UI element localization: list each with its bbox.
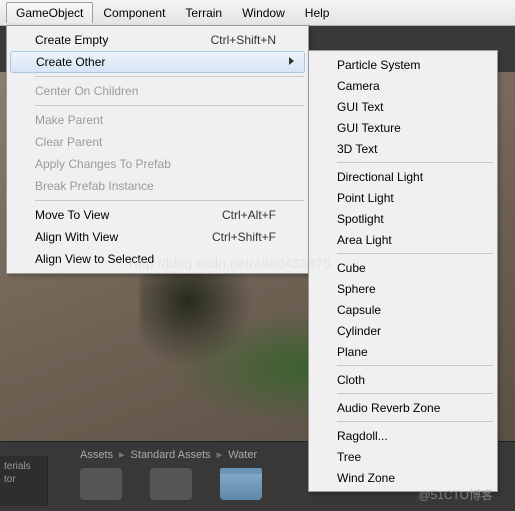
tab-text-2: tor bbox=[4, 474, 16, 485]
watermark-text: @51CTO博客 bbox=[418, 486, 493, 503]
submenu-capsule[interactable]: Capsule bbox=[311, 299, 495, 320]
panel-tab-stub[interactable]: terials tor bbox=[0, 456, 48, 506]
menu-separator bbox=[35, 76, 304, 77]
menu-separator bbox=[337, 162, 493, 163]
menu-label: Move To View bbox=[35, 208, 109, 222]
menu-label: Break Prefab Instance bbox=[35, 179, 154, 193]
breadcrumb-water[interactable]: Water bbox=[228, 449, 257, 461]
menu-separator bbox=[337, 421, 493, 422]
submenu-directional-light[interactable]: Directional Light bbox=[311, 166, 495, 187]
submenu-plane[interactable]: Plane bbox=[311, 341, 495, 362]
menu-align-with-view[interactable]: Align With View Ctrl+Shift+F bbox=[9, 226, 306, 248]
menu-apply-changes: Apply Changes To Prefab bbox=[9, 153, 306, 175]
menu-help[interactable]: Help bbox=[295, 2, 340, 24]
menu-label: Make Parent bbox=[35, 113, 103, 127]
watermark-text: http://blog.csdn.net/a980433875 bbox=[130, 256, 331, 271]
menu-move-to-view[interactable]: Move To View Ctrl+Alt+F bbox=[9, 204, 306, 226]
chevron-right-icon: ▸ bbox=[119, 448, 125, 461]
submenu-tree[interactable]: Tree bbox=[311, 446, 495, 467]
menu-label: Apply Changes To Prefab bbox=[35, 157, 171, 171]
submenu-audio-reverb-zone[interactable]: Audio Reverb Zone bbox=[311, 397, 495, 418]
menu-make-parent: Make Parent bbox=[9, 109, 306, 131]
folder-thumb[interactable] bbox=[220, 468, 262, 500]
menu-label: Create Other bbox=[36, 55, 105, 69]
menu-gameobject[interactable]: GameObject bbox=[6, 2, 93, 23]
submenu-camera[interactable]: Camera bbox=[311, 75, 495, 96]
submenu-particle-system[interactable]: Particle System bbox=[311, 54, 495, 75]
menu-component[interactable]: Component bbox=[93, 2, 175, 24]
menu-label: Center On Children bbox=[35, 84, 138, 98]
submenu-sphere[interactable]: Sphere bbox=[311, 278, 495, 299]
submenu-cloth[interactable]: Cloth bbox=[311, 369, 495, 390]
menu-break-prefab: Break Prefab Instance bbox=[9, 175, 306, 197]
tab-text-1: terials bbox=[4, 461, 31, 472]
submenu-wind-zone[interactable]: Wind Zone bbox=[311, 467, 495, 488]
menu-separator bbox=[337, 253, 493, 254]
menu-separator bbox=[35, 200, 304, 201]
menu-label: Clear Parent bbox=[35, 135, 102, 149]
submenu-point-light[interactable]: Point Light bbox=[311, 187, 495, 208]
menu-create-other[interactable]: Create Other bbox=[10, 51, 305, 73]
create-other-submenu: Particle System Camera GUI Text GUI Text… bbox=[308, 50, 498, 492]
menu-create-empty[interactable]: Create Empty Ctrl+Shift+N bbox=[9, 29, 306, 51]
submenu-cube[interactable]: Cube bbox=[311, 257, 495, 278]
menu-separator bbox=[337, 393, 493, 394]
menu-label: Create Empty bbox=[35, 33, 108, 47]
submenu-spotlight[interactable]: Spotlight bbox=[311, 208, 495, 229]
asset-thumb[interactable] bbox=[80, 468, 122, 500]
menu-separator bbox=[337, 365, 493, 366]
menu-clear-parent: Clear Parent bbox=[9, 131, 306, 153]
breadcrumb-assets[interactable]: Assets bbox=[80, 449, 113, 461]
submenu-cylinder[interactable]: Cylinder bbox=[311, 320, 495, 341]
submenu-gui-text[interactable]: GUI Text bbox=[311, 96, 495, 117]
chevron-right-icon bbox=[289, 57, 294, 65]
gameobject-dropdown: Create Empty Ctrl+Shift+N Create Other C… bbox=[6, 25, 309, 274]
menu-shortcut: Ctrl+Shift+F bbox=[212, 230, 276, 244]
submenu-ragdoll[interactable]: Ragdoll... bbox=[311, 425, 495, 446]
menu-shortcut: Ctrl+Alt+F bbox=[222, 208, 276, 222]
menu-center-on-children: Center On Children bbox=[9, 80, 306, 102]
submenu-3d-text[interactable]: 3D Text bbox=[311, 138, 495, 159]
submenu-gui-texture[interactable]: GUI Texture bbox=[311, 117, 495, 138]
submenu-area-light[interactable]: Area Light bbox=[311, 229, 495, 250]
breadcrumb: Assets ▸ Standard Assets ▸ Water bbox=[80, 448, 257, 461]
asset-thumbnails bbox=[80, 468, 262, 500]
menubar: GameObject Component Terrain Window Help bbox=[0, 0, 515, 26]
menu-terrain[interactable]: Terrain bbox=[175, 2, 232, 24]
menu-window[interactable]: Window bbox=[232, 2, 295, 24]
chevron-right-icon: ▸ bbox=[217, 448, 223, 461]
breadcrumb-standard-assets[interactable]: Standard Assets bbox=[131, 449, 211, 461]
menu-separator bbox=[35, 105, 304, 106]
menu-label: Align With View bbox=[35, 230, 118, 244]
menu-shortcut: Ctrl+Shift+N bbox=[211, 33, 276, 47]
asset-thumb[interactable] bbox=[150, 468, 192, 500]
